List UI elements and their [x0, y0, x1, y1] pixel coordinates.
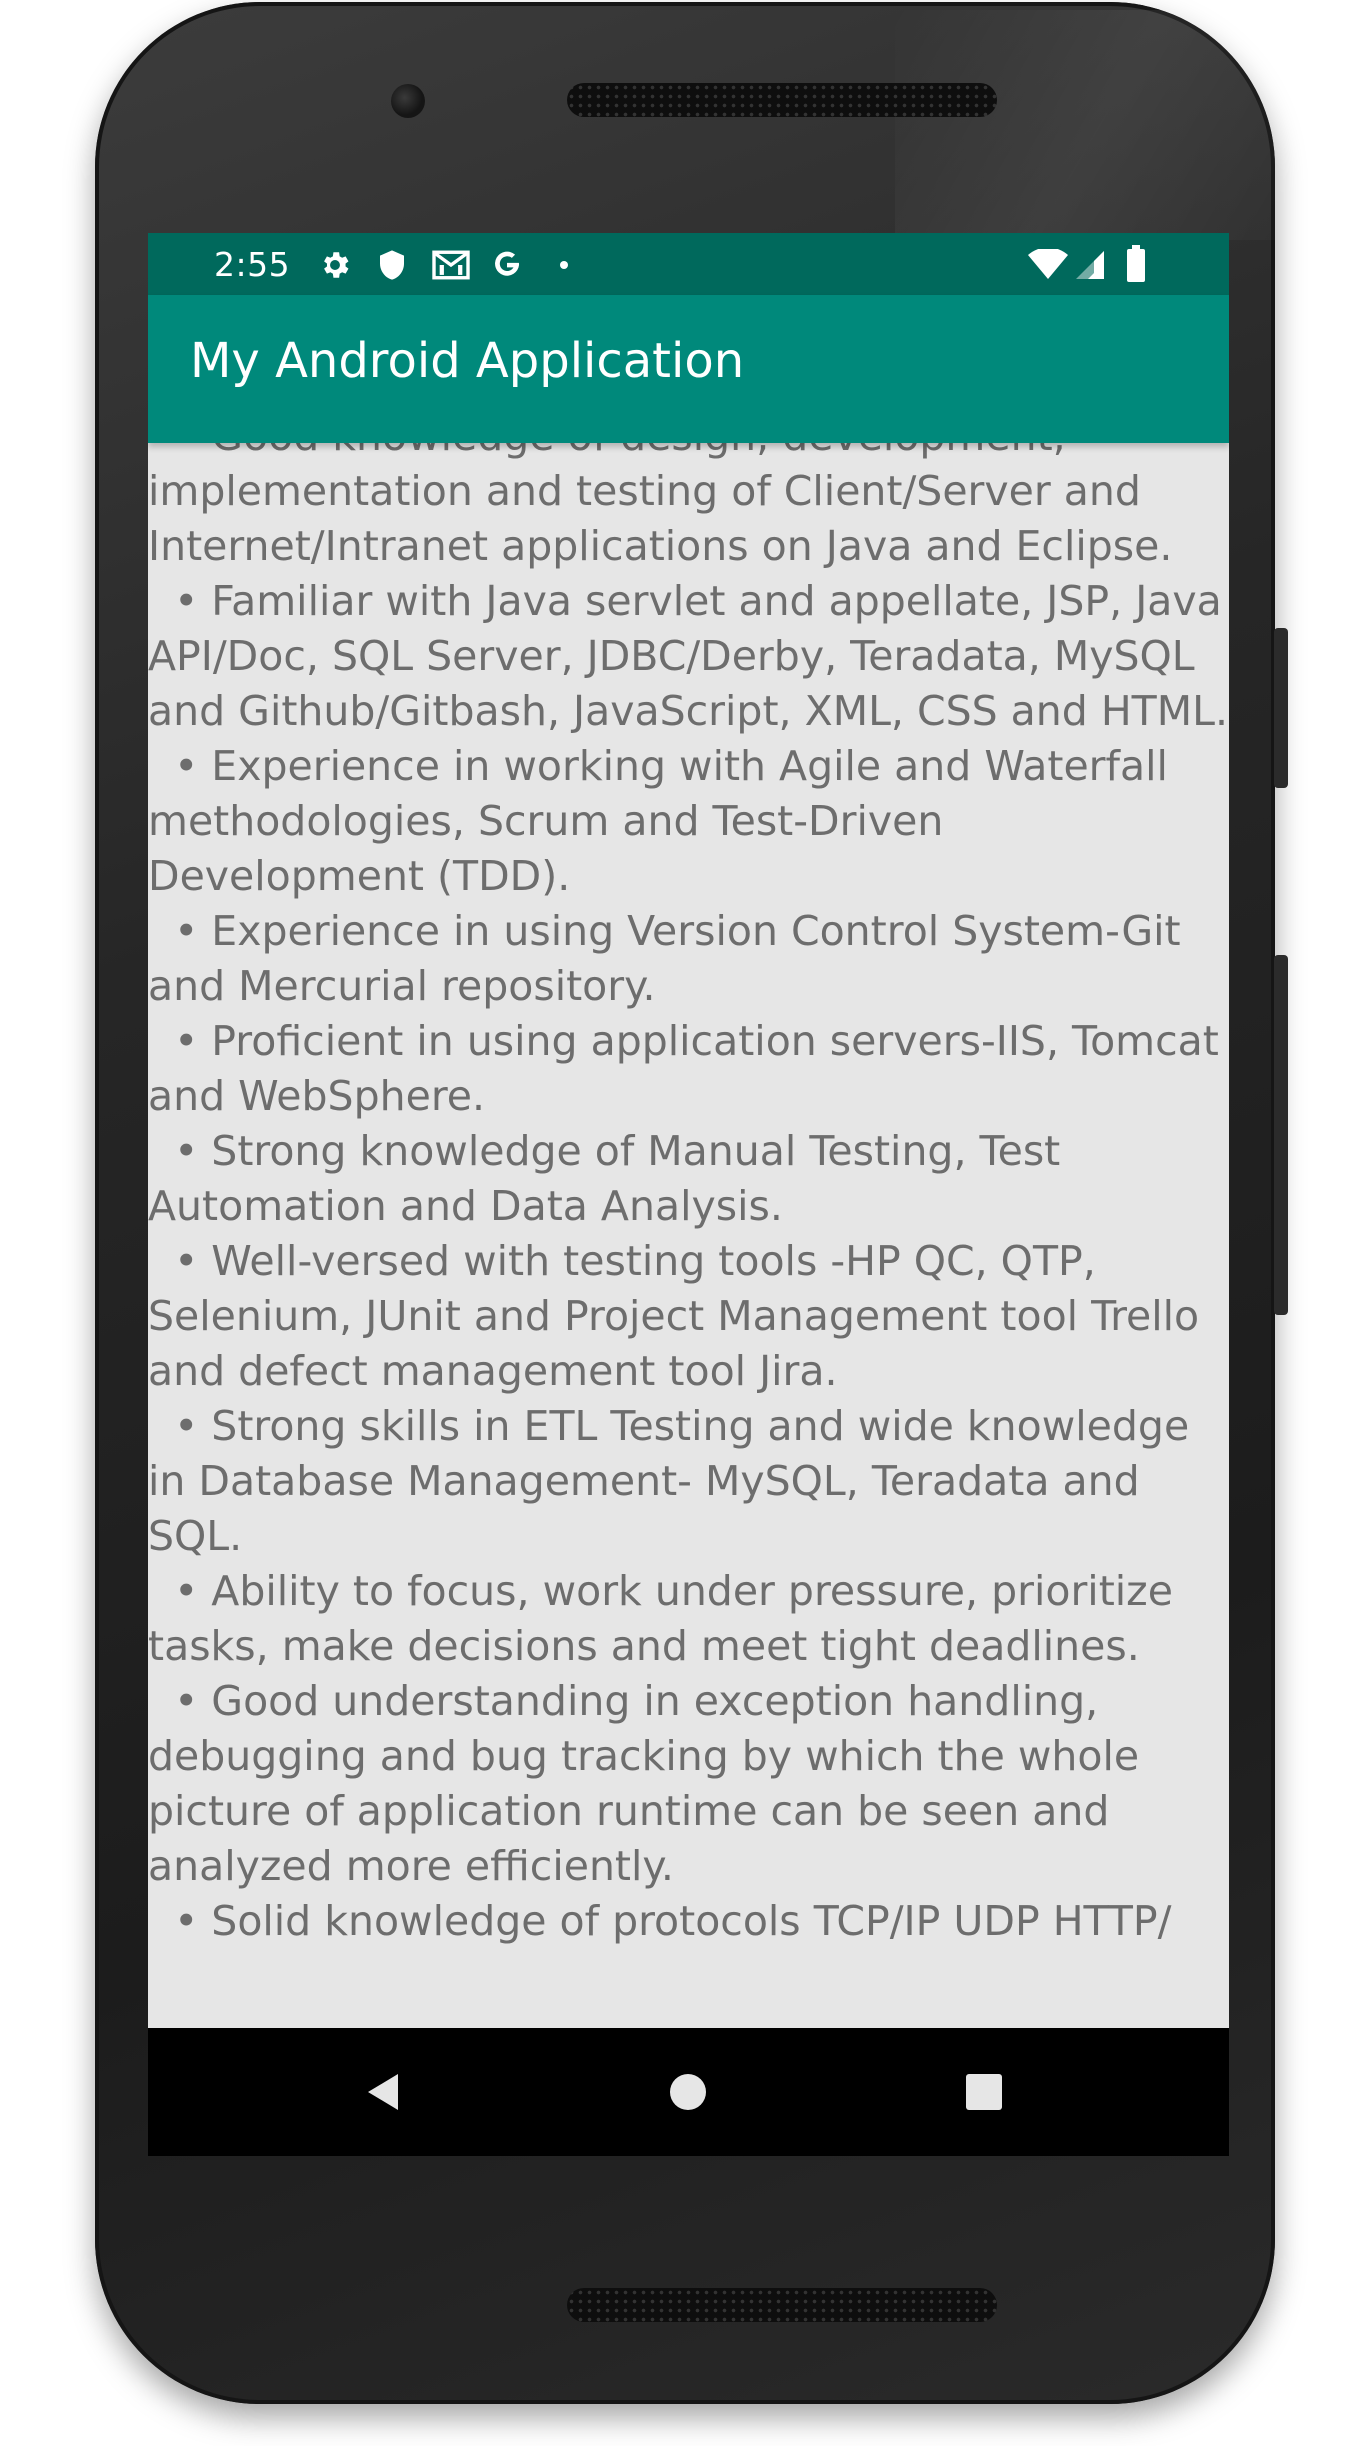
status-bar: 2:55: [148, 233, 1229, 295]
mail-icon: [432, 250, 470, 280]
google-icon: [495, 251, 520, 276]
cell-signal-icon: [1076, 251, 1104, 279]
top-speaker-grille: [567, 83, 997, 117]
dot-icon: [560, 261, 568, 269]
bottom-speaker-grille: [567, 2288, 997, 2322]
phone-gloss: [895, 10, 1365, 240]
screen: 2:55 My Android Application implementati…: [148, 233, 1229, 2156]
navigation-bar: [148, 2028, 1229, 2156]
volume-button: [1274, 955, 1288, 1315]
app-title: My Android Application: [190, 333, 745, 389]
gear-icon: [324, 252, 349, 278]
back-icon[interactable]: [354, 2062, 414, 2122]
content-body-text: • Good knowledge of design, development,…: [148, 443, 1228, 1945]
home-icon[interactable]: [658, 2062, 718, 2122]
power-button: [1274, 628, 1288, 788]
content-scroll-area[interactable]: • Good knowledge of design, development,…: [148, 443, 1229, 2028]
recents-icon[interactable]: [954, 2062, 1014, 2122]
wifi-icon: [1028, 249, 1068, 279]
app-bar: My Android Application: [148, 295, 1229, 443]
battery-icon: [1127, 245, 1145, 282]
front-camera: [391, 84, 425, 118]
shield-icon: [380, 250, 404, 280]
status-time: 2:55: [214, 245, 291, 284]
